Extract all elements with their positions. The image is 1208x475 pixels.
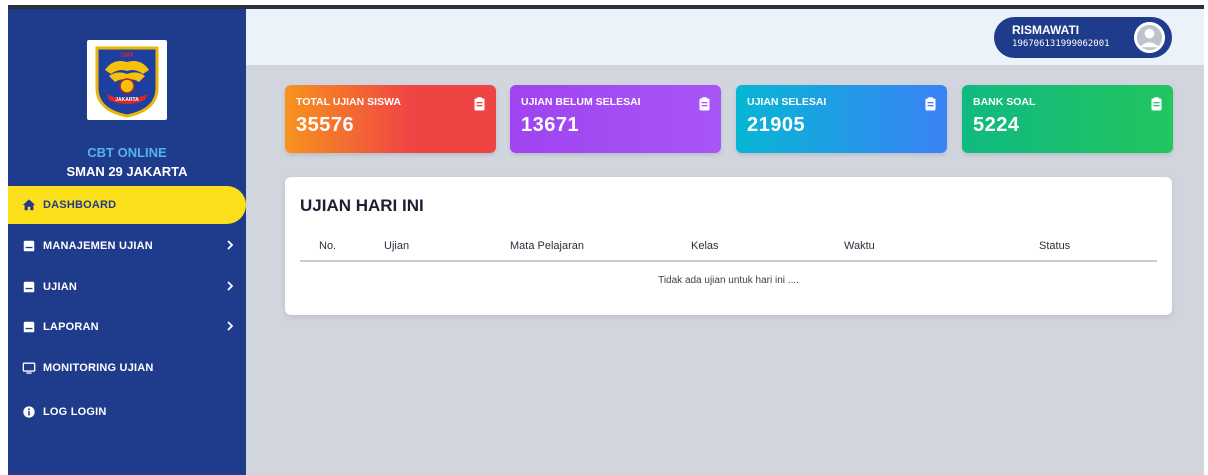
card-label: BANK SOAL <box>973 96 1036 108</box>
sidebar-item-label: MONITORING UJIAN <box>43 362 154 374</box>
sidebar-item-manajemen-ujian[interactable]: MANAJEMEN UJIAN <box>8 227 246 265</box>
card-label: UJIAN SELESAI <box>747 96 827 108</box>
today-exams-panel: UJIAN HARI INI No. Ujian Mata Pelajaran … <box>285 177 1172 315</box>
stat-card-total-ujian-siswa: TOTAL UJIAN SISWA 35576 <box>285 85 496 153</box>
user-menu[interactable]: RISMAWATI 196706131999062001 <box>994 17 1172 58</box>
avatar[interactable] <box>1134 22 1165 53</box>
chevron-right-icon <box>224 319 236 333</box>
column-header-no: No. <box>319 240 337 252</box>
sidebar-item-dashboard[interactable]: DASHBOARD <box>8 186 246 224</box>
sidebar-item-label: MANAJEMEN UJIAN <box>43 240 153 252</box>
sidebar: SMA JAKARTA CBT ONLINE SMAN 29 JAKARTA D… <box>8 9 246 475</box>
column-header-kelas: Kelas <box>691 240 719 252</box>
card-label: UJIAN BELUM SELESAI <box>521 96 641 108</box>
empty-state-message: Tidak ada ujian untuk hari ini .... <box>658 275 799 286</box>
column-header-waktu: Waktu <box>844 240 875 252</box>
column-header-ujian: Ujian <box>384 240 410 252</box>
clipboard-icon <box>1151 97 1162 111</box>
chevron-right-icon <box>224 238 236 252</box>
card-value: 21905 <box>747 114 806 136</box>
card-label: TOTAL UJIAN SISWA <box>296 96 402 108</box>
sidebar-item-ujian[interactable]: UJIAN <box>8 268 246 306</box>
brand-title: CBT ONLINE <box>87 145 167 160</box>
sidebar-item-label: UJIAN <box>43 281 78 293</box>
top-header: RISMAWATI 196706131999062001 <box>246 9 1204 65</box>
sidebar-item-label: LOG LOGIN <box>43 406 107 418</box>
info-icon <box>22 405 36 419</box>
sidebar-item-laporan[interactable]: LAPORAN <box>8 308 246 346</box>
monitor-icon <box>22 361 36 375</box>
clipboard-icon <box>474 97 485 111</box>
card-value: 13671 <box>521 114 580 136</box>
main-content: RISMAWATI 196706131999062001 TOTAL UJIAN… <box>246 9 1204 475</box>
stat-card-ujian-selesai: UJIAN SELESAI 21905 <box>736 85 947 153</box>
sidebar-item-label: LAPORAN <box>43 321 99 333</box>
table-header-divider <box>300 260 1157 262</box>
sidebar-item-monitoring-ujian[interactable]: MONITORING UJIAN <box>8 349 246 387</box>
chevron-right-icon <box>224 279 236 293</box>
panel-title: UJIAN HARI INI <box>300 196 424 215</box>
book-icon <box>22 280 36 294</box>
logo-bottom-text: JAKARTA <box>115 97 139 103</box>
clipboard-icon <box>925 97 936 111</box>
column-header-mata-pelajaran: Mata Pelajaran <box>510 240 584 252</box>
stat-card-ujian-belum-selesai: UJIAN BELUM SELESAI 13671 <box>510 85 721 153</box>
stat-card-bank-soal: BANK SOAL 5224 <box>962 85 1173 153</box>
clipboard-icon <box>699 97 710 111</box>
card-value: 5224 <box>973 114 1020 136</box>
home-icon <box>22 198 36 212</box>
card-value: 35576 <box>296 114 355 136</box>
school-logo: SMA JAKARTA <box>87 40 167 120</box>
book-icon <box>22 239 36 253</box>
sidebar-item-label: DASHBOARD <box>43 199 117 211</box>
brand-subtitle: SMAN 29 JAKARTA <box>66 164 188 179</box>
sidebar-item-log-login[interactable]: LOG LOGIN <box>8 393 246 431</box>
user-id: 196706131999062001 <box>1012 39 1110 49</box>
user-name: RISMAWATI <box>1012 23 1080 37</box>
column-header-status: Status <box>1039 240 1071 252</box>
book-icon <box>22 320 36 334</box>
logo-top-text: SMA <box>120 53 134 59</box>
